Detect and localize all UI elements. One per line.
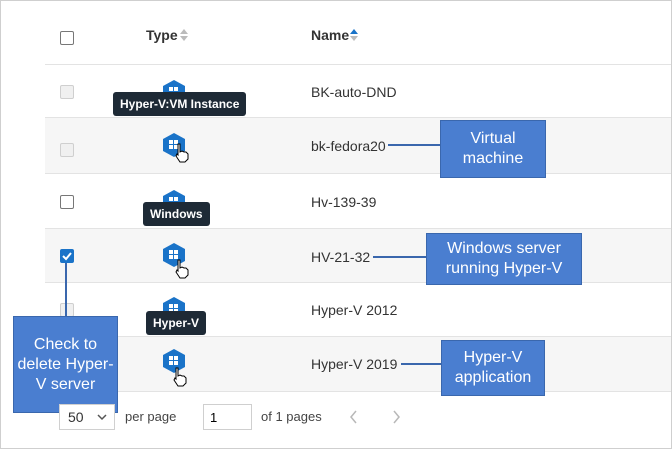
- name-column-header[interactable]: Name: [311, 27, 349, 43]
- hand-pointer-cursor-icon: [175, 259, 189, 279]
- virtual-machine-callout: Virtual machine: [440, 120, 546, 178]
- row-checkbox[interactable]: [60, 303, 74, 317]
- type-tooltip: Hyper-V:VM Instance: [113, 92, 247, 116]
- page-size-select[interactable]: 50: [59, 404, 115, 430]
- row-name[interactable]: Hyper-V 2019: [311, 356, 397, 372]
- row-checkbox[interactable]: [60, 195, 74, 209]
- page-size-value: 50: [68, 409, 84, 425]
- checkmark-icon: [62, 252, 72, 261]
- hyperv-application-callout: Hyper-V application: [441, 340, 545, 396]
- callout-leader-line: [65, 263, 67, 316]
- next-page-icon[interactable]: [390, 410, 402, 424]
- row-name[interactable]: bk-fedora20: [311, 138, 386, 154]
- windows-server-callout: Windows server running Hyper-V: [426, 233, 582, 285]
- check-to-delete-callout: Check to delete Hyper-V server: [13, 316, 118, 413]
- row-name[interactable]: HV-21-32: [311, 249, 370, 265]
- row-checkbox[interactable]: [60, 85, 74, 99]
- row-name[interactable]: Hv-139-39: [311, 194, 376, 210]
- page-count-label: of 1 pages: [261, 409, 322, 424]
- current-page-input[interactable]: [203, 404, 252, 430]
- row-name[interactable]: BK-auto-DND: [311, 84, 397, 100]
- per-page-label: per page: [125, 409, 177, 424]
- chevron-down-icon: [97, 414, 107, 421]
- type-tooltip: Hyper-V: [146, 311, 207, 335]
- type-tooltip: Windows: [143, 202, 210, 226]
- row-checkbox-checked[interactable]: [60, 249, 74, 263]
- type-column-header[interactable]: Type: [146, 27, 178, 43]
- sort-unsorted-icon[interactable]: [180, 29, 188, 41]
- callout-leader-line: [401, 363, 441, 365]
- callout-leader-line: [373, 256, 426, 258]
- callout-leader-line: [388, 144, 440, 146]
- row-name[interactable]: Hyper-V 2012: [311, 302, 397, 318]
- hand-pointer-cursor-icon: [173, 367, 187, 387]
- hand-pointer-cursor-icon: [175, 143, 189, 163]
- sort-ascending-icon[interactable]: [350, 29, 358, 41]
- prev-page-icon[interactable]: [348, 410, 360, 424]
- select-all-checkbox[interactable]: [60, 31, 74, 45]
- row-checkbox[interactable]: [60, 143, 74, 157]
